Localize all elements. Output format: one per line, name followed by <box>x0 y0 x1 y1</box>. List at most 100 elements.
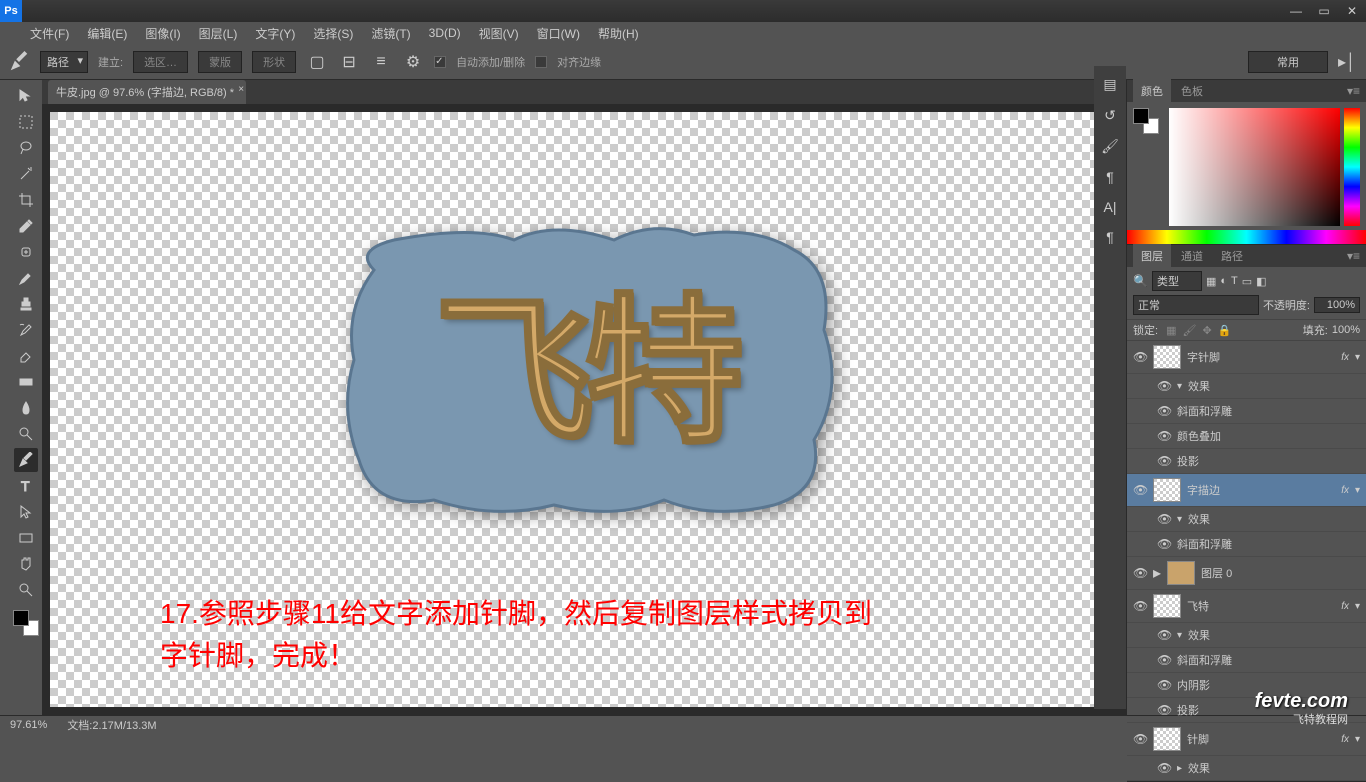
filter-type-dropdown[interactable]: 类型 <box>1152 271 1202 291</box>
doc-size[interactable]: 文档:2.17M/13.3M <box>67 717 156 733</box>
crop-tool[interactable] <box>14 188 38 212</box>
visibility-icon[interactable]: 👁 <box>1157 761 1171 775</box>
tab-swatches[interactable]: 色板 <box>1173 79 1211 103</box>
menu-image[interactable]: 图像(I) <box>145 25 180 42</box>
hue-strip[interactable] <box>1344 108 1360 226</box>
align-edges-checkbox[interactable] <box>535 56 547 68</box>
blur-tool[interactable] <box>14 396 38 420</box>
layer-effect-item[interactable]: 👁▸效果 <box>1127 756 1366 781</box>
lock-all-icon[interactable]: 🔒 <box>1218 324 1232 337</box>
layer-item[interactable]: 👁针脚fx▾ <box>1127 723 1366 756</box>
mask-button[interactable]: 蒙版 <box>198 51 242 73</box>
menu-view[interactable]: 视图(V) <box>479 25 519 42</box>
opacity-input[interactable]: 100% <box>1314 297 1360 313</box>
combine-icon[interactable]: ▢ <box>306 51 328 73</box>
tab-channels[interactable]: 通道 <box>1173 244 1211 268</box>
effects-toggle-icon[interactable]: ▾ <box>1177 514 1182 525</box>
menu-filter[interactable]: 滤镜(T) <box>371 25 410 42</box>
fx-toggle-icon[interactable]: ▾ <box>1355 734 1360 745</box>
close-button[interactable]: ✕ <box>1338 1 1366 21</box>
color-panel-menu-icon[interactable]: ▾≡ <box>1347 84 1366 98</box>
history-icon[interactable]: ▤ <box>1103 76 1116 93</box>
brush-tool[interactable] <box>14 266 38 290</box>
layer-item[interactable]: 👁飞特fx▾ <box>1127 590 1366 623</box>
layer-item[interactable]: 👁字描边fx▾ <box>1127 474 1366 507</box>
layer-effect-item[interactable]: 👁斜面和浮雕 <box>1127 399 1366 424</box>
filter-shape-icon[interactable]: ▭ <box>1242 275 1252 288</box>
visibility-icon[interactable]: 👁 <box>1157 512 1171 526</box>
visibility-icon[interactable]: 👁 <box>1157 703 1171 717</box>
eraser-tool[interactable] <box>14 344 38 368</box>
blend-mode-dropdown[interactable]: 正常 <box>1133 295 1259 315</box>
spectrum-bar[interactable] <box>1127 230 1366 244</box>
fx-toggle-icon[interactable]: ▾ <box>1355 352 1360 363</box>
menu-type[interactable]: 文字(Y) <box>255 25 295 42</box>
auto-add-checkbox[interactable] <box>434 56 446 68</box>
type-tool[interactable]: T <box>14 474 38 498</box>
lock-position-icon[interactable]: ✥ <box>1202 324 1211 337</box>
visibility-icon[interactable]: 👁 <box>1133 732 1147 746</box>
zoom-level[interactable]: 97.61% <box>10 719 47 731</box>
menu-window[interactable]: 窗口(W) <box>537 25 580 42</box>
styles-icon[interactable]: ¶ <box>1106 229 1114 245</box>
pen-tool[interactable] <box>14 448 38 472</box>
layer-item[interactable]: 👁字针脚fx▾ <box>1127 341 1366 374</box>
expand-strip[interactable] <box>0 80 10 715</box>
document-tab[interactable]: 牛皮.jpg @ 97.6% (字描边, RGB/8) * × <box>48 80 246 104</box>
heal-tool[interactable] <box>14 240 38 264</box>
saturation-field[interactable] <box>1169 108 1340 226</box>
fx-badge[interactable]: fx <box>1341 352 1349 363</box>
layer-effect-item[interactable]: 👁投影 <box>1127 449 1366 474</box>
visibility-icon[interactable]: 👁 <box>1157 678 1171 692</box>
stamp-tool[interactable] <box>14 292 38 316</box>
move-tool[interactable] <box>14 84 38 108</box>
menu-select[interactable]: 选择(S) <box>313 25 353 42</box>
effects-toggle-icon[interactable]: ▾ <box>1177 630 1182 641</box>
rectangle-tool[interactable] <box>14 526 38 550</box>
filter-smart-icon[interactable]: ◧ <box>1256 275 1266 288</box>
layer-effect-item[interactable]: 👁斜面和浮雕 <box>1127 648 1366 673</box>
filter-pixel-icon[interactable]: ▦ <box>1206 275 1216 288</box>
canvas[interactable]: 飞特 17.参照步骤11给文字添加针脚，然后复制图层样式拷贝到 字针脚，完成！ <box>42 104 1126 715</box>
menu-edit[interactable]: 编辑(E) <box>87 25 127 42</box>
lock-transparency-icon[interactable]: ▦ <box>1166 324 1176 337</box>
collapse-icon[interactable]: ▸│ <box>1336 51 1358 73</box>
maximize-button[interactable]: ▭ <box>1310 1 1338 21</box>
arrange-icon[interactable]: ≡ <box>370 51 392 73</box>
fx-badge[interactable]: fx <box>1341 485 1349 496</box>
fx-badge[interactable]: fx <box>1341 734 1349 745</box>
color-picker-field[interactable] <box>1169 108 1360 226</box>
tab-layers[interactable]: 图层 <box>1133 244 1171 268</box>
zoom-tool[interactable] <box>14 578 38 602</box>
tab-close-icon[interactable]: × <box>238 84 244 95</box>
lock-pixels-icon[interactable]: 🖌 <box>1182 324 1196 337</box>
gradient-tool[interactable] <box>14 370 38 394</box>
brushes-icon[interactable]: 🖌 <box>1101 138 1119 155</box>
selection-button[interactable]: 选区… <box>133 51 188 73</box>
effects-toggle-icon[interactable]: ▸ <box>1177 763 1182 774</box>
panel-fg-swatch[interactable] <box>1133 108 1149 124</box>
hand-tool[interactable] <box>14 552 38 576</box>
visibility-icon[interactable]: 👁 <box>1133 483 1147 497</box>
visibility-icon[interactable]: 👁 <box>1157 379 1171 393</box>
layer-effect-item[interactable]: 👁颜色叠加 <box>1127 424 1366 449</box>
visibility-icon[interactable]: 👁 <box>1133 566 1147 580</box>
pen-tool-icon[interactable] <box>8 51 30 73</box>
layer-effect-item[interactable]: 👁▾效果 <box>1127 374 1366 399</box>
character-icon[interactable]: A| <box>1104 199 1117 215</box>
visibility-icon[interactable]: 👁 <box>1157 404 1171 418</box>
eyedropper-tool[interactable] <box>14 214 38 238</box>
minimize-button[interactable]: — <box>1282 1 1310 21</box>
dodge-tool[interactable] <box>14 422 38 446</box>
layer-effect-item[interactable]: 👁斜面和浮雕 <box>1127 532 1366 557</box>
effects-toggle-icon[interactable]: ▾ <box>1177 381 1182 392</box>
paragraph-icon[interactable]: ¶ <box>1106 169 1114 185</box>
visibility-icon[interactable]: 👁 <box>1157 653 1171 667</box>
workspace-dropdown[interactable]: 常用 <box>1248 51 1328 73</box>
mode-dropdown[interactable]: 路径 <box>40 51 88 73</box>
path-select-tool[interactable] <box>14 500 38 524</box>
foreground-background-color[interactable] <box>13 610 39 636</box>
menu-file[interactable]: 文件(F) <box>30 25 69 42</box>
lasso-tool[interactable] <box>14 136 38 160</box>
marquee-tool[interactable] <box>14 110 38 134</box>
